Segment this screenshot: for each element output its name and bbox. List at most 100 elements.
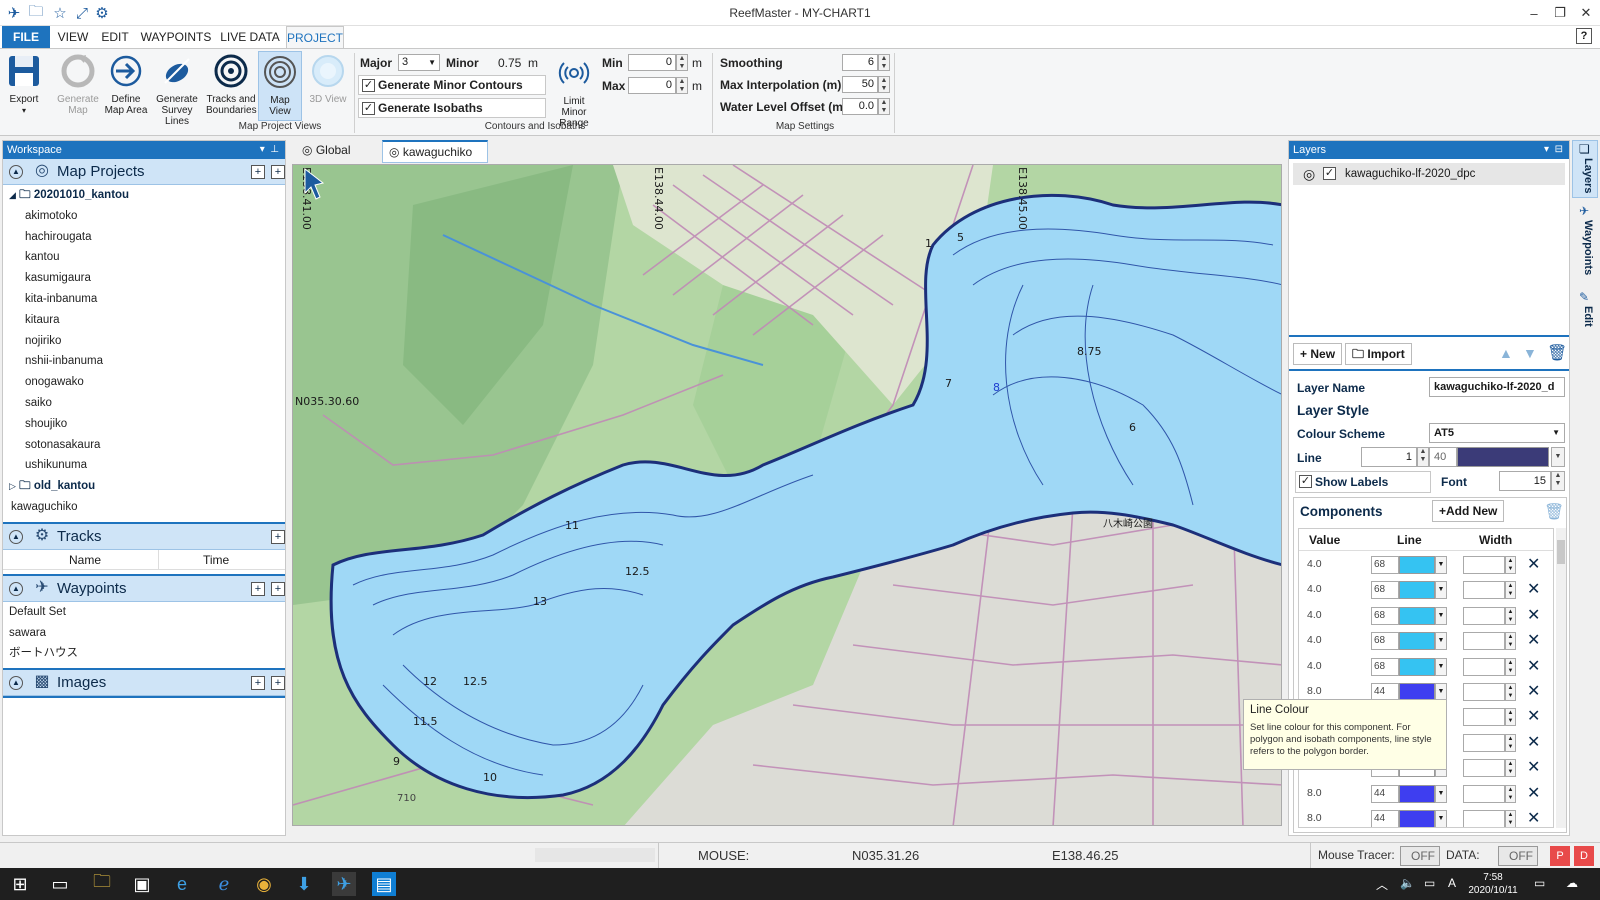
list-item[interactable]: kasumigaura <box>9 268 285 289</box>
pin-icon[interactable]: ▾ ⊥ <box>260 141 279 159</box>
component-colour-swatch[interactable] <box>1399 784 1435 803</box>
component-row[interactable]: 4.0 68 ▼ ▲ ▼ ✕ <box>1299 578 1549 604</box>
components-scrollbar[interactable] <box>1556 528 1566 828</box>
list-item[interactable]: nshii-inbanuma <box>9 351 285 372</box>
system-clock[interactable]: 7:58 2020/10/11 <box>1468 871 1518 897</box>
component-width-spinner[interactable]: ▲ ▼ <box>1505 784 1516 803</box>
tracks-boundaries-button[interactable]: Tracks and Boundaries <box>206 51 257 121</box>
component-alpha-input[interactable]: 68 <box>1371 657 1399 676</box>
component-value[interactable]: 4.0 <box>1307 558 1322 570</box>
component-value[interactable]: 4.0 <box>1307 634 1322 646</box>
smoothing-spinner[interactable]: ▲ ▼ <box>878 54 890 71</box>
component-alpha-input[interactable]: 68 <box>1371 581 1399 600</box>
delete-component-icon[interactable]: ✕ <box>1527 757 1540 777</box>
component-row[interactable]: 4.0 68 ▼ ▲ ▼ ✕ <box>1299 604 1549 630</box>
delete-layer-icon[interactable]: 🗑 <box>1547 343 1567 363</box>
tab-live-data[interactable]: LIVE DATA <box>218 26 282 48</box>
smoothing-input[interactable]: 6 <box>842 54 878 71</box>
waypoints-section[interactable]: ▲ ✈ Waypoints + + <box>3 575 285 602</box>
component-width-spinner[interactable]: ▲ ▼ <box>1505 708 1516 727</box>
component-colour-swatch[interactable] <box>1399 632 1435 651</box>
record-p-icon[interactable]: P <box>1550 846 1570 866</box>
component-width-spinner[interactable]: ▲ ▼ <box>1505 632 1516 651</box>
component-colour-dropdown[interactable]: ▼ <box>1435 581 1447 600</box>
component-width-spinner[interactable]: ▲ ▼ <box>1505 759 1516 778</box>
close-icon[interactable]: ✕ <box>1574 2 1598 24</box>
tab-waypoints[interactable]: WAYPOINTS <box>136 26 216 48</box>
record-d-icon[interactable]: D <box>1574 846 1594 866</box>
list-item[interactable]: sawara <box>9 623 285 644</box>
delete-component-icon[interactable]: ✕ <box>1527 732 1540 752</box>
restore-icon[interactable]: ❐ <box>1548 2 1572 24</box>
list-item[interactable]: kawaguchiko <box>9 497 285 518</box>
component-width-spinner[interactable]: ▲ ▼ <box>1505 606 1516 625</box>
side-tab-edit[interactable]: Edit <box>1576 306 1594 327</box>
delete-component-icon[interactable]: ✕ <box>1527 579 1540 599</box>
component-colour-swatch[interactable] <box>1399 556 1435 574</box>
component-width-input[interactable] <box>1463 733 1505 752</box>
line-width-spinner[interactable]: ▲ ▼ <box>1417 447 1429 467</box>
list-item[interactable]: akimotoko <box>9 206 285 227</box>
limit-minor-range-button[interactable]: Limit Minor Range <box>550 53 598 129</box>
list-item[interactable]: hachirougata <box>9 227 285 248</box>
min-spinner[interactable]: ▲ ▼ <box>676 54 688 71</box>
component-colour-swatch[interactable] <box>1399 810 1435 827</box>
minor-value[interactable]: 0.75 <box>498 56 521 70</box>
component-value[interactable]: 4.0 <box>1307 660 1322 672</box>
component-row[interactable]: 4.0 68 ▼ ▲ ▼ ✕ <box>1299 553 1549 579</box>
component-row[interactable]: 4.0 68 ▼ ▲ ▼ ✕ <box>1299 655 1549 681</box>
component-alpha-input[interactable]: 68 <box>1371 556 1399 574</box>
delete-component-icon[interactable]: ✕ <box>1527 605 1540 625</box>
list-item[interactable]: onogawako <box>9 372 285 393</box>
move-down-icon[interactable]: ▼ <box>1523 345 1537 361</box>
water-level-spinner[interactable]: ▲ ▼ <box>878 98 890 115</box>
component-colour-dropdown[interactable]: ▼ <box>1435 632 1447 651</box>
font-size-spinner[interactable]: ▲ ▼ <box>1551 471 1565 491</box>
layer-visible-checkbox[interactable]: ✓ <box>1323 167 1336 180</box>
onedrive-cloud-icon[interactable]: ☁ <box>1566 876 1578 890</box>
component-width-input[interactable] <box>1463 810 1505 827</box>
task-view-icon[interactable]: ▭ <box>48 872 72 896</box>
volume-icon[interactable]: 🔈 <box>1400 876 1415 890</box>
add-component-button[interactable]: +Add New <box>1432 500 1505 522</box>
network-icon[interactable]: ▭ <box>1424 876 1435 890</box>
component-width-input[interactable] <box>1463 708 1505 727</box>
component-width-spinner[interactable]: ▲ ▼ <box>1505 683 1516 701</box>
list-item[interactable]: sotonasakaura <box>9 435 285 456</box>
add-image-icon[interactable]: + <box>251 676 265 691</box>
max-input[interactable]: 0 <box>628 77 676 94</box>
list-item[interactable]: Default Set <box>9 602 285 623</box>
export-button[interactable]: Export ▾ <box>2 51 46 121</box>
layer-name-input[interactable]: kawaguchiko-lf-2020_d <box>1429 377 1565 397</box>
component-colour-swatch[interactable] <box>1399 606 1435 625</box>
download-icon[interactable]: ⬇ <box>292 872 316 896</box>
collapse-icon[interactable]: ▲ <box>9 165 23 179</box>
add-waypoint-icon[interactable]: + <box>251 581 265 596</box>
col-time[interactable]: Time <box>203 550 229 570</box>
colour-scheme-select[interactable]: AT5 ▼ <box>1429 423 1565 443</box>
component-alpha-input[interactable]: 44 <box>1371 810 1399 827</box>
chrome-browser-icon[interactable]: ◉ <box>252 872 276 896</box>
map-projects-section[interactable]: ▲ ◎ Map Projects + + <box>3 159 285 185</box>
list-item[interactable]: nojiriko <box>9 331 285 352</box>
component-colour-swatch[interactable] <box>1399 657 1435 676</box>
line-width-input[interactable]: 1 <box>1361 447 1417 467</box>
tab-file[interactable]: FILE <box>2 26 50 48</box>
new-layer-button[interactable]: + New <box>1293 343 1343 365</box>
delete-component-icon[interactable]: ✕ <box>1527 706 1540 726</box>
pin-icon[interactable]: ▾ ⊟ <box>1544 141 1563 159</box>
ime-indicator[interactable]: A <box>1448 876 1456 890</box>
tree-folder-old-kantou[interactable]: ▷ 🗀 old_kantou <box>9 476 285 497</box>
major-select[interactable]: 3 ▼ <box>398 54 440 71</box>
component-width-spinner[interactable]: ▲ ▼ <box>1505 810 1516 827</box>
side-tab-waypoints[interactable]: Waypoints <box>1576 220 1594 275</box>
component-row[interactable]: 8.0 44 ▼ ▲ ▼ ✕ <box>1299 782 1549 808</box>
component-width-input[interactable] <box>1463 556 1505 574</box>
component-colour-dropdown[interactable]: ▼ <box>1435 556 1447 574</box>
tray-chevron-icon[interactable]: ︿ <box>1376 876 1388 893</box>
generate-survey-lines-button[interactable]: Generate Survey Lines <box>150 51 204 127</box>
component-width-input[interactable] <box>1463 759 1505 778</box>
component-colour-dropdown[interactable]: ▼ <box>1435 784 1447 803</box>
collapse-icon[interactable]: ▲ <box>9 676 23 691</box>
delete-component-icon[interactable]: ✕ <box>1527 808 1540 827</box>
